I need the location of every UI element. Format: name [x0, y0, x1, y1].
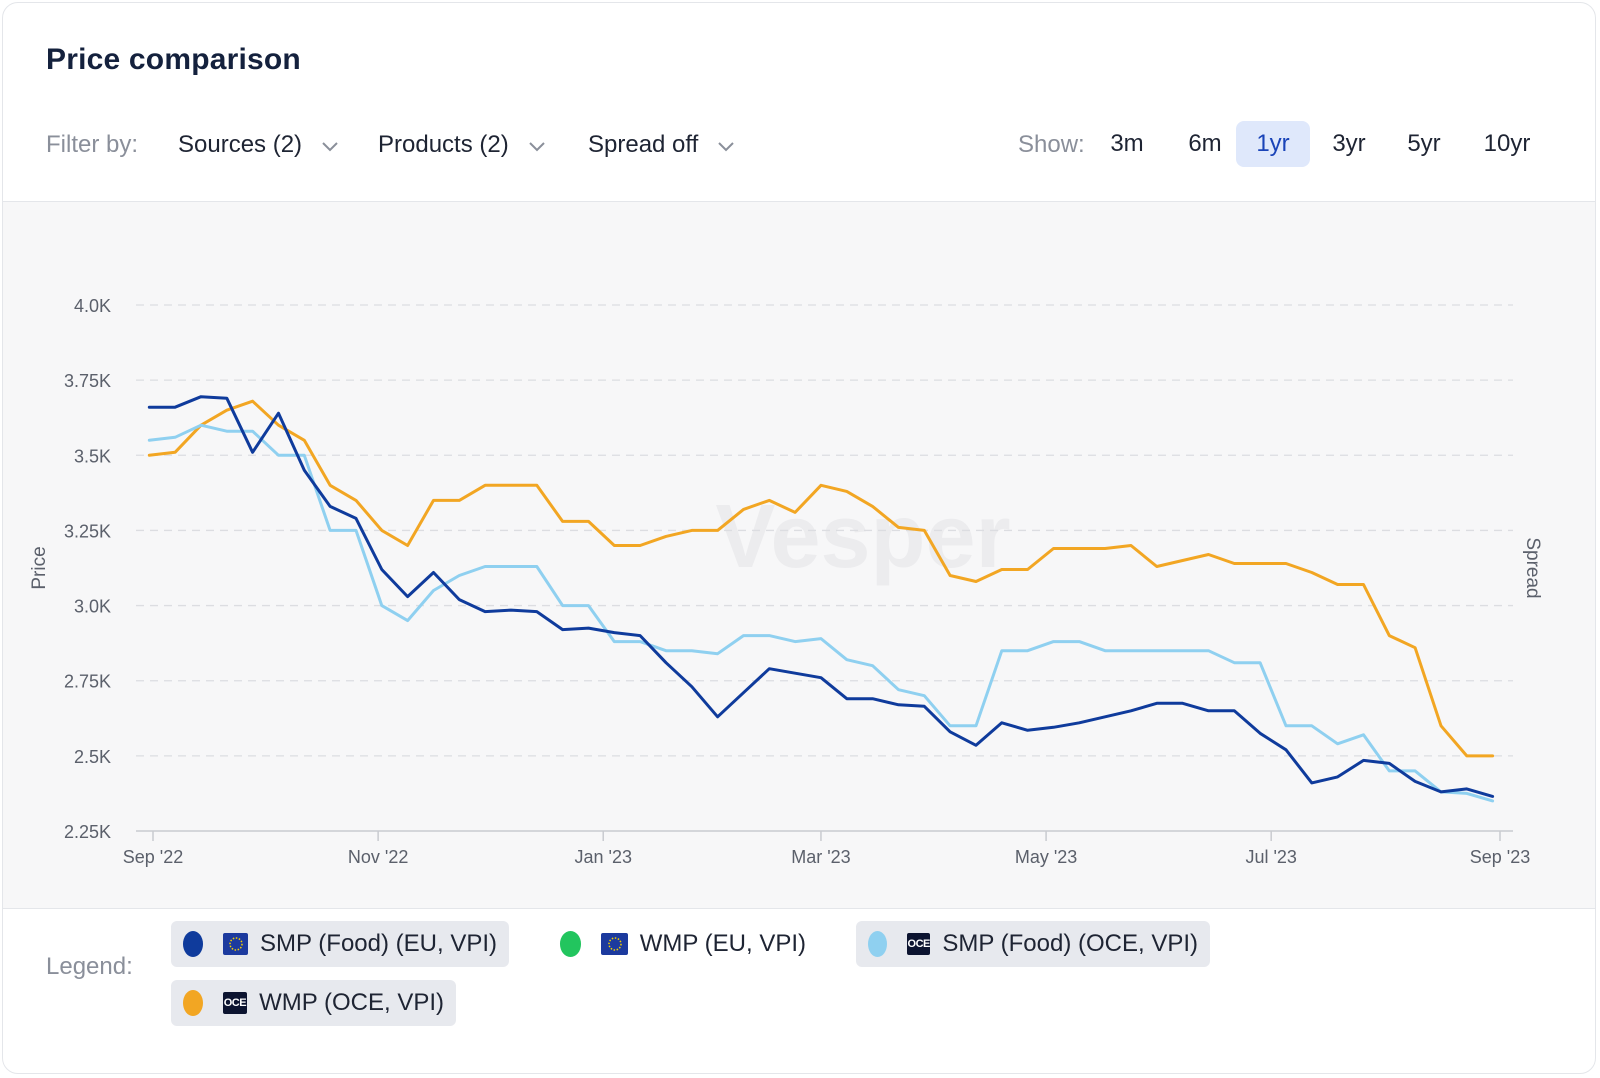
- x-tick-label: Nov '22: [348, 847, 408, 867]
- oce-flag-icon: OCE: [222, 992, 248, 1014]
- y-tick-label: 2.75K: [64, 672, 111, 692]
- chevron-down-icon: [527, 135, 547, 155]
- series-color-dot: [183, 931, 204, 957]
- y-tick-label: 2.25K: [64, 822, 111, 842]
- series-line-smp-food-oce-vpi: [147, 423, 1495, 803]
- range-button-1yr[interactable]: 1yr: [1236, 121, 1310, 167]
- price-comparison-card: Price comparison Filter by: Sources (2) …: [2, 2, 1596, 1074]
- x-tick-label: Mar '23: [791, 847, 850, 867]
- x-tick-label: Sep '23: [1470, 847, 1531, 867]
- spread-dropdown[interactable]: Spread off: [588, 131, 736, 159]
- eu-flag-icon: [223, 933, 249, 955]
- sources-dropdown[interactable]: Sources (2): [178, 131, 340, 159]
- legend-item-wmp-eu[interactable]: WMP (EU, VPI): [548, 921, 818, 967]
- range-button-5yr[interactable]: 5yr: [1389, 121, 1459, 167]
- legend-item-label: WMP (OCE, VPI): [259, 989, 444, 1016]
- y2-axis-title: Spread: [1522, 537, 1543, 598]
- legend-item-label: SMP (Food) (EU, VPI): [260, 930, 497, 957]
- range-button-3m[interactable]: 3m: [1097, 121, 1157, 167]
- y-tick-label: 4.0K: [74, 296, 111, 316]
- series-line-smp-food-eu-vpi: [147, 395, 1495, 798]
- series-color-dot: [560, 931, 582, 957]
- x-tick-label: Sep '22: [123, 847, 184, 867]
- legend-label: Legend:: [46, 953, 133, 980]
- legend-item-smp-oce[interactable]: OCE SMP (Food) (OCE, VPI): [856, 921, 1210, 967]
- show-label: Show:: [1018, 131, 1085, 158]
- oce-flag-icon: OCE: [907, 933, 931, 955]
- filter-bar: Filter by: Sources (2) Products (2) Spre…: [3, 121, 1595, 171]
- range-button-6m[interactable]: 6m: [1173, 121, 1237, 167]
- series-color-dot: [183, 990, 203, 1016]
- legend-item-smp-eu[interactable]: SMP (Food) (EU, VPI): [171, 921, 509, 967]
- x-tick-label: Jul '23: [1245, 847, 1296, 867]
- eu-flag-icon: [601, 933, 628, 955]
- x-tick-label: Jan '23: [574, 847, 631, 867]
- chevron-down-icon: [320, 135, 340, 155]
- legend-item-label: SMP (Food) (OCE, VPI): [942, 930, 1198, 957]
- series-color-dot: [868, 931, 887, 957]
- y-tick-label: 3.25K: [64, 521, 111, 541]
- legend-item-wmp-oce[interactable]: OCE WMP (OCE, VPI): [171, 980, 456, 1026]
- filter-label: Filter by:: [46, 131, 139, 158]
- x-tick-label: May '23: [1015, 847, 1077, 867]
- products-dropdown-label: Products (2): [378, 131, 509, 158]
- y-axis-title: Price: [29, 546, 50, 589]
- range-button-3yr[interactable]: 3yr: [1313, 121, 1385, 167]
- y-tick-label: 3.0K: [74, 597, 111, 617]
- products-dropdown[interactable]: Products (2): [378, 131, 547, 159]
- sources-dropdown-label: Sources (2): [178, 131, 303, 158]
- chart-area: Vesper 2.25K 2.5K 2.75K 3.0K 3.25K 3.5K 3.75K 4.…: [3, 201, 1595, 909]
- y-tick-label: 3.75K: [64, 371, 111, 391]
- legend-item-label: WMP (EU, VPI): [639, 930, 806, 957]
- price-line-chart: Vesper2.25K2.5K2.75K3.0K3.25K3.5K3.75K4.…: [29, 296, 1543, 867]
- range-button-10yr[interactable]: 10yr: [1465, 121, 1549, 167]
- spread-dropdown-label: Spread off: [588, 131, 699, 158]
- chevron-down-icon: [716, 135, 736, 155]
- y-tick-label: 2.5K: [74, 747, 111, 767]
- page-title: Price comparison: [46, 43, 301, 76]
- y-tick-label: 3.5K: [74, 446, 111, 466]
